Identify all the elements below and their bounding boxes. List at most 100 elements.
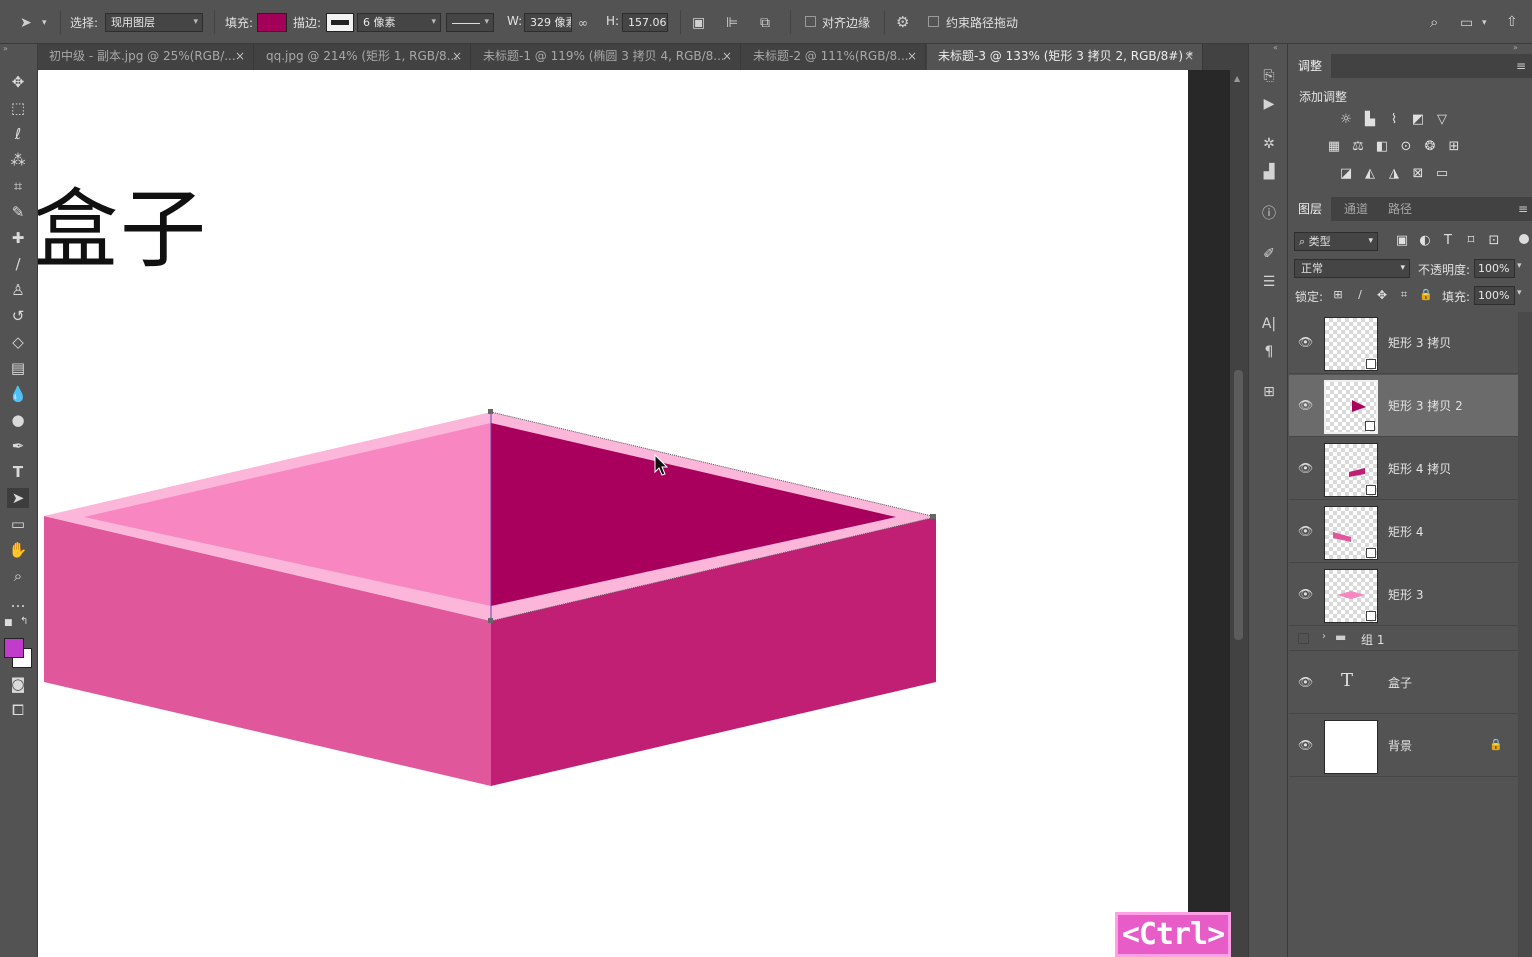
more-tools-icon[interactable]: …: [7, 592, 29, 612]
document-tab-active[interactable]: 未标题-3 @ 133% (矩形 3 拷贝 2, RGB/8#) * ×: [927, 44, 1203, 70]
info-icon[interactable]: ⓘ: [1258, 204, 1280, 224]
workspace-chevron-icon[interactable]: ▾: [1482, 15, 1487, 31]
tab-paths[interactable]: 路径: [1379, 197, 1421, 221]
actions-play-icon[interactable]: ▶: [1258, 94, 1280, 114]
filter-type-icon[interactable]: T: [1439, 233, 1457, 249]
selective-color-icon[interactable]: ⊠: [1409, 166, 1427, 182]
filter-toggle[interactable]: [1519, 234, 1529, 244]
posterize-icon[interactable]: ◭: [1361, 166, 1379, 182]
zoom-tool-icon[interactable]: ⌕: [7, 566, 29, 586]
histogram-icon[interactable]: ▟: [1258, 162, 1280, 182]
layers-scrollbar[interactable]: [1518, 312, 1532, 957]
color-lookup-icon[interactable]: ⊞: [1445, 139, 1463, 155]
close-icon[interactable]: ×: [1184, 44, 1194, 68]
rectangle-tool-icon[interactable]: ▭: [7, 514, 29, 534]
visibility-eye-icon[interactable]: 👁: [1298, 675, 1313, 689]
filter-pixel-icon[interactable]: ▣: [1393, 233, 1411, 249]
canvas-area[interactable]: 盒子: [38, 70, 1230, 957]
black-white-icon[interactable]: ◧: [1373, 139, 1391, 155]
threshold-icon[interactable]: ◮: [1385, 166, 1403, 182]
brush-settings-icon[interactable]: ☰: [1258, 272, 1280, 292]
layer-filter-dropdown[interactable]: ⌕ 类型 ▾: [1294, 232, 1378, 251]
visibility-eye-icon[interactable]: 👁: [1298, 335, 1313, 349]
channel-mixer-icon[interactable]: ❂: [1421, 139, 1439, 155]
quick-mask-icon[interactable]: ◙: [7, 674, 29, 694]
fill-chevron-icon[interactable]: ▾: [1517, 288, 1522, 298]
eyedropper-tool-icon[interactable]: ✎: [7, 202, 29, 222]
visibility-eye-icon[interactable]: 👁: [1298, 398, 1313, 412]
magic-wand-tool-icon[interactable]: ⁂: [7, 150, 29, 170]
layer-row[interactable]: 👁 矩形 4: [1289, 501, 1518, 563]
collapse-panel-icon[interactable]: «: [1273, 43, 1278, 52]
close-icon[interactable]: ×: [235, 44, 245, 68]
swap-colors-icon[interactable]: ↰: [20, 616, 28, 627]
fill-opacity-field[interactable]: 100%: [1474, 286, 1515, 305]
character-icon[interactable]: A|: [1258, 314, 1280, 334]
layer-row[interactable]: 👁 背景 🔒: [1289, 715, 1518, 777]
history-icon[interactable]: ⎘: [1258, 66, 1280, 86]
visibility-eye-icon[interactable]: 👁: [1298, 587, 1313, 601]
document-tab[interactable]: 未标题-2 @ 111%(RGB/8... ×: [742, 44, 926, 70]
exposure-icon[interactable]: ◩: [1409, 112, 1427, 128]
expand-chevron-icon[interactable]: ›: [1322, 631, 1326, 642]
vibrance-icon[interactable]: ▽: [1433, 112, 1451, 128]
visibility-eye-icon[interactable]: 👁: [1298, 524, 1313, 538]
width-field[interactable]: 329 像素: [524, 13, 572, 32]
lasso-tool-icon[interactable]: ℓ: [7, 124, 29, 144]
tab-layers[interactable]: 图层: [1289, 197, 1332, 221]
color-balance-icon[interactable]: ⚖: [1349, 139, 1367, 155]
move-tool-icon[interactable]: ✥: [7, 72, 29, 92]
visibility-eye-icon[interactable]: 👁: [1298, 461, 1313, 475]
canvas-document[interactable]: 盒子: [38, 70, 1188, 957]
levels-icon[interactable]: ▙: [1361, 112, 1379, 128]
blur-tool-icon[interactable]: 💧: [7, 384, 29, 404]
healing-tool-icon[interactable]: ✚: [7, 228, 29, 248]
dodge-tool-icon[interactable]: ●: [7, 410, 29, 430]
height-field[interactable]: 157.06 像: [622, 13, 668, 32]
filter-shape-icon[interactable]: ⌑: [1462, 233, 1480, 249]
properties-icon[interactable]: ⊞: [1258, 382, 1280, 402]
stroke-type-dropdown[interactable]: ▾: [446, 13, 494, 32]
opacity-chevron-icon[interactable]: ▾: [1517, 261, 1522, 271]
document-tab[interactable]: 初中级 - 副本.jpg @ 25%(RGB/... ×: [38, 44, 254, 70]
filter-adjustment-icon[interactable]: ◐: [1416, 233, 1434, 249]
tab-adjustments[interactable]: 调整: [1289, 54, 1332, 78]
scroll-up-icon[interactable]: ▲: [1234, 74, 1240, 83]
stamp-tool-icon[interactable]: ♙: [7, 280, 29, 300]
layers-menu-icon[interactable]: ≡: [1518, 197, 1528, 221]
navigator-icon[interactable]: ✲: [1258, 134, 1280, 154]
lock-all-icon[interactable]: 🔒: [1417, 287, 1435, 303]
screen-mode-icon[interactable]: ⧠: [7, 700, 29, 720]
scrollbar-thumb[interactable]: [1234, 370, 1243, 640]
fill-swatch[interactable]: [257, 13, 287, 32]
document-tab[interactable]: 未标题-1 @ 119% (椭圆 3 拷贝 4, RGB/8... ×: [472, 44, 741, 70]
gradient-tool-icon[interactable]: ▤: [7, 358, 29, 378]
search-icon[interactable]: ⌕: [1430, 14, 1438, 30]
default-colors-icon[interactable]: ■: [4, 618, 13, 628]
path-selection-tool-icon[interactable]: ➤: [7, 488, 29, 508]
lock-transparent-icon[interactable]: ⊞: [1329, 287, 1347, 303]
stroke-swatch[interactable]: [326, 13, 354, 32]
document-tab[interactable]: qq.jpg @ 214% (矩形 1, RGB/8... ×: [255, 44, 471, 70]
link-icon[interactable]: ∞: [578, 15, 588, 31]
path-alignment-icon[interactable]: ⊫: [726, 15, 738, 31]
invert-icon[interactable]: ◪: [1337, 166, 1355, 182]
layer-row[interactable]: 👁 矩形 4 拷贝: [1289, 438, 1518, 500]
stroke-width-field[interactable]: 6 像素 ▾: [357, 13, 441, 32]
blend-mode-dropdown[interactable]: 正常 ▾: [1294, 259, 1410, 278]
gear-icon[interactable]: ⚙: [896, 14, 909, 30]
filter-smart-object-icon[interactable]: ⊡: [1485, 233, 1503, 249]
visibility-toggle-off[interactable]: [1298, 633, 1309, 644]
hand-tool-icon[interactable]: ✋: [7, 540, 29, 560]
tab-channels[interactable]: 通道: [1335, 197, 1377, 221]
collapse-right-icon[interactable]: »: [1513, 43, 1518, 52]
constrain-path-checkbox[interactable]: [928, 16, 939, 27]
curves-icon[interactable]: ⌇: [1385, 112, 1403, 128]
select-dropdown[interactable]: 现用图层 ▾: [105, 13, 203, 32]
align-edges-checkbox[interactable]: [805, 16, 816, 27]
lock-position-icon[interactable]: ✥: [1373, 287, 1391, 303]
lock-artboard-icon[interactable]: ⌗: [1395, 287, 1413, 303]
group-row[interactable]: › ▬ 组 1: [1289, 627, 1518, 651]
eraser-tool-icon[interactable]: ◇: [7, 332, 29, 352]
layer-row[interactable]: 👁 矩形 3 拷贝: [1289, 312, 1518, 374]
